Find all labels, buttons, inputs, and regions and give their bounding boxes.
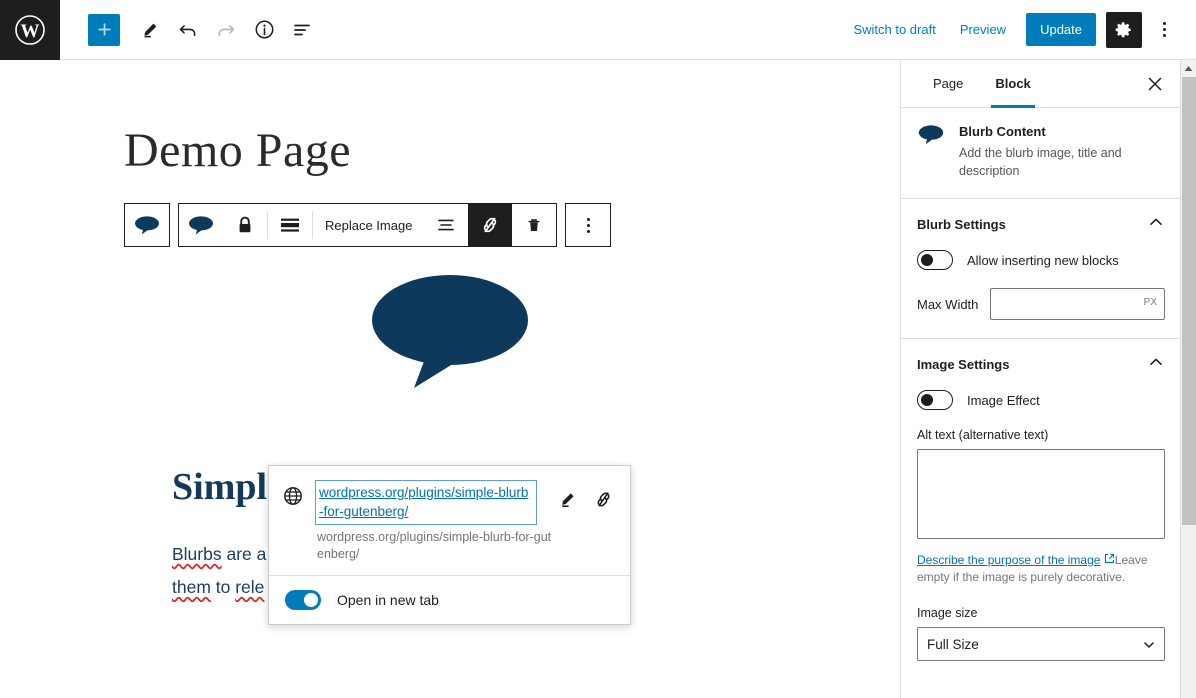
block-card-text: Blurb Content Add the blurb image, title… <box>959 124 1165 180</box>
ellipsis-vertical-icon[interactable] <box>566 204 610 246</box>
list-view-icon[interactable] <box>284 12 320 48</box>
sidebar-tabs: Page Block <box>901 60 1181 108</box>
link-url-subtitle: wordpress.org/plugins/simple-blurb-for-g… <box>317 530 552 561</box>
max-width-input[interactable] <box>990 288 1165 320</box>
scroll-up-arrow-icon[interactable] <box>1181 60 1196 77</box>
switch-to-draft-button[interactable]: Switch to draft <box>841 16 947 43</box>
block-toolbar-group-block-icon <box>124 203 170 247</box>
block-toolbar: Replace Image <box>124 203 612 247</box>
panel-image-settings: Image Settings Image Effect Alt text (al… <box>901 339 1181 679</box>
panel-title: Blurb Settings <box>917 217 1006 232</box>
top-bar-left-tools <box>60 12 320 48</box>
chevron-up-icon[interactable] <box>1147 353 1165 376</box>
top-bar-right-actions: Switch to draft Preview Update <box>841 11 1196 48</box>
close-icon[interactable] <box>1141 70 1169 98</box>
update-button[interactable]: Update <box>1026 13 1096 46</box>
panel-image-settings-header[interactable]: Image Settings <box>917 353 1165 376</box>
parent-speech-bubble-icon[interactable] <box>179 204 223 246</box>
blurb-desc-word: them <box>172 577 211 597</box>
unlink-icon[interactable] <box>588 484 618 514</box>
panel-blurb-settings-header[interactable]: Blurb Settings <box>917 213 1165 236</box>
block-card-description: Add the blurb image, title and descripti… <box>959 146 1122 178</box>
image-size-select-wrapper: Full Size <box>917 627 1165 661</box>
alt-text-help: Describe the purpose of the image Leave … <box>917 552 1165 586</box>
link-icon[interactable] <box>468 204 513 246</box>
pencil-icon[interactable] <box>552 484 582 514</box>
redo-arrow-icon[interactable] <box>208 12 244 48</box>
panel-blurb-settings: Blurb Settings Allow inserting new block… <box>901 199 1181 339</box>
globe-icon <box>283 486 307 511</box>
image-effect-row: Image Effect <box>917 390 1165 410</box>
open-in-new-tab-label: Open in new tab <box>337 592 439 608</box>
ellipsis-vertical-icon[interactable] <box>1146 12 1182 48</box>
alt-text-label: Alt text (alternative text) <box>917 428 1049 442</box>
link-url-field[interactable]: wordpress.org/plugins/simple-blurb-for-g… <box>315 480 537 525</box>
blurb-desc-text: to <box>210 577 236 597</box>
panel-title: Image Settings <box>917 357 1010 372</box>
block-card-title: Blurb Content <box>959 124 1046 139</box>
editor-top-bar: W Switch to draft Preview Update <box>0 0 1196 60</box>
block-toolbar-group-main: Replace Image <box>178 203 558 247</box>
tab-page[interactable]: Page <box>917 60 979 108</box>
speech-bubble-icon[interactable] <box>125 204 169 246</box>
add-block-button[interactable] <box>88 13 120 46</box>
allow-inserting-row: Allow inserting new blocks <box>917 250 1165 270</box>
ellipsis-dots <box>1162 22 1166 37</box>
trash-icon[interactable] <box>512 204 556 246</box>
max-width-row: Max Width px <box>917 288 1165 320</box>
link-popover-content: wordpress.org/plugins/simple-blurb-for-g… <box>269 466 630 575</box>
image-effect-toggle[interactable] <box>917 390 953 410</box>
open-in-new-tab-toggle[interactable] <box>285 590 321 610</box>
describe-image-link[interactable]: Describe the purpose of the image <box>917 553 1100 567</box>
link-actions <box>552 484 618 514</box>
wordpress-logo-icon[interactable]: W <box>0 0 60 60</box>
lock-icon[interactable] <box>223 204 267 246</box>
link-text-block: wordpress.org/plugins/simple-blurb-for-g… <box>315 480 552 563</box>
block-toolbar-group-options <box>565 203 612 247</box>
image-effect-label: Image Effect <box>967 392 1040 408</box>
page-title[interactable]: Demo Page <box>124 123 351 178</box>
max-width-input-wrapper: px <box>990 288 1165 320</box>
editor-canvas: Demo Page Replace Image Simple Blurbs ar… <box>0 60 900 698</box>
undo-arrow-icon[interactable] <box>170 12 206 48</box>
info-circle-icon[interactable] <box>246 12 282 48</box>
sidebar-scrollbar-thumb[interactable] <box>1182 77 1196 525</box>
allow-inserting-toggle[interactable] <box>917 250 953 270</box>
block-settings-sidebar: Page Block Blurb Content Add the blurb i… <box>900 60 1196 698</box>
blurb-desc-word: Blurbs <box>172 544 222 564</box>
speech-bubble-image[interactable] <box>330 268 570 393</box>
replace-image-button[interactable]: Replace Image <box>313 204 424 246</box>
speech-bubble-icon <box>917 124 947 180</box>
sidebar-scrollbar-track[interactable] <box>1180 60 1196 698</box>
sidebar-scroll-content: Page Block Blurb Content Add the blurb i… <box>901 60 1181 698</box>
svg-text:W: W <box>21 21 40 42</box>
max-width-label: Max Width <box>917 296 979 312</box>
blurb-desc-word: rele <box>235 577 265 597</box>
align-full-width-icon[interactable] <box>268 204 312 246</box>
ellipsis-dots <box>586 217 590 233</box>
align-text-icon[interactable] <box>424 204 468 246</box>
link-popover-settings: Open in new tab <box>269 575 630 624</box>
pencil-icon[interactable] <box>132 12 168 48</box>
chevron-up-icon[interactable] <box>1147 213 1165 236</box>
allow-inserting-label: Allow inserting new blocks <box>967 252 1119 268</box>
block-card: Blurb Content Add the blurb image, title… <box>901 108 1181 199</box>
tab-block[interactable]: Block <box>979 60 1046 108</box>
blurb-desc-text: are a <box>221 544 267 564</box>
image-size-select[interactable]: Full Size <box>917 627 1165 661</box>
alt-text-input[interactable] <box>917 449 1165 539</box>
link-url-text[interactable]: wordpress.org/plugins/simple-blurb-for-g… <box>319 483 532 521</box>
image-size-label: Image size <box>917 606 978 620</box>
gear-icon[interactable] <box>1106 11 1142 48</box>
preview-button[interactable]: Preview <box>948 16 1018 43</box>
link-popover: wordpress.org/plugins/simple-blurb-for-g… <box>268 465 631 625</box>
external-link-icon <box>1100 553 1114 567</box>
